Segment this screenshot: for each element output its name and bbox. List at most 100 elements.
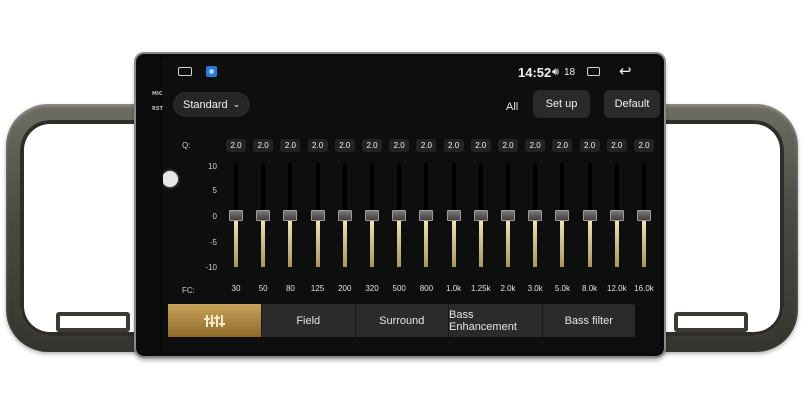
eq-slider[interactable] (528, 163, 543, 267)
eq-slider[interactable] (310, 163, 325, 267)
q-value-chip[interactable]: 2.0 (334, 139, 355, 152)
q-value-chip[interactable]: 2.0 (253, 139, 274, 152)
eq-slider[interactable] (337, 163, 352, 267)
eq-slider-handle[interactable] (473, 210, 488, 221)
eq-slider-fill (614, 221, 619, 267)
tab-field[interactable]: Field (262, 304, 356, 337)
preset-dropdown[interactable]: Standard ⌄ (173, 92, 250, 117)
tab-bass-enhancement[interactable]: Bass Enhancement (449, 304, 543, 337)
eq-slider-fill (370, 221, 374, 267)
eq-slider-handle[interactable] (337, 210, 352, 221)
q-value-chip[interactable]: 2.0 (634, 139, 654, 152)
home-icon[interactable] (178, 67, 192, 76)
eq-slider[interactable] (283, 163, 298, 267)
scale-label: -5 (209, 238, 217, 247)
eq-slider-fill (315, 221, 320, 267)
eq-slider[interactable] (446, 163, 461, 267)
fc-row-label: FC: (182, 286, 195, 295)
q-value-chip[interactable]: 2.0 (606, 139, 627, 152)
all-label[interactable]: All (506, 101, 518, 113)
frequency-label: 8.0k (582, 284, 598, 293)
tab-surround[interactable]: Surround (356, 304, 449, 337)
recent-apps-icon[interactable] (587, 67, 600, 76)
eq-slider-handle[interactable] (446, 210, 461, 221)
frequency-label: 30 (231, 284, 241, 293)
frequency-label: 320 (365, 284, 379, 293)
eq-slider-fill (587, 221, 592, 267)
frequency-label: 2.0k (500, 284, 516, 293)
frequency-label: 80 (285, 284, 295, 293)
tab-bar: Field Surround Bass Enhancement Bass fil… (168, 304, 635, 337)
eq-slider-fill (288, 221, 293, 267)
eq-slider-handle[interactable] (501, 210, 515, 221)
frequency-label: 12.0k (607, 284, 627, 293)
q-value-chip[interactable]: 2.0 (226, 139, 246, 152)
q-value-chip[interactable]: 2.0 (552, 139, 573, 152)
q-value-chip[interactable]: 2.0 (498, 139, 518, 152)
eq-slider-handle[interactable] (365, 210, 379, 221)
frequency-label: 16.0k (634, 284, 654, 293)
clock: 14:52 (518, 65, 552, 80)
frequency-label: 200 (338, 284, 352, 293)
q-value-chip[interactable]: 2.0 (470, 139, 491, 152)
q-row-label: Q: (182, 141, 191, 150)
eq-slider[interactable] (501, 163, 515, 267)
q-value-chip[interactable]: 2.0 (416, 139, 437, 152)
eq-slider-fill (533, 221, 538, 267)
volume-level: 18 (564, 67, 576, 78)
eq-slider-handle[interactable] (229, 210, 243, 221)
eq-slider-handle[interactable] (528, 210, 543, 221)
q-value-chip[interactable]: 2.0 (389, 139, 410, 152)
app-notification-icon (206, 66, 217, 77)
eq-slider[interactable] (229, 163, 243, 267)
eq-slider-fill (451, 221, 456, 267)
eq-slider-handle[interactable] (555, 210, 570, 221)
q-value-chip[interactable]: 2.0 (362, 139, 382, 152)
right-vent-slot (674, 312, 748, 332)
eq-slider-handle[interactable] (283, 210, 298, 221)
q-value-chip[interactable]: 2.0 (307, 139, 328, 152)
scale-label: -10 (205, 263, 217, 272)
q-value-chip[interactable]: 2.0 (280, 139, 301, 152)
eq-slider[interactable] (365, 163, 379, 267)
eq-slider-fill (424, 221, 429, 267)
eq-slider-handle[interactable] (419, 210, 434, 221)
eq-slider-handle[interactable] (392, 210, 407, 221)
head-unit: MIC RST 14:52 🔊︎ 18 ↩ Standard ⌄ All Set… (136, 54, 664, 356)
scale-label: 5 (212, 186, 217, 195)
frequency-label: 3.0k (527, 284, 543, 293)
tab-bass-filter[interactable]: Bass filter (543, 304, 636, 337)
volume-icon[interactable]: 🔊︎ (552, 65, 559, 79)
scale-label: 0 (212, 212, 217, 221)
eq-slider[interactable] (256, 163, 271, 267)
eq-slider[interactable] (637, 163, 651, 267)
q-value-chip[interactable]: 2.0 (579, 139, 600, 152)
default-button[interactable]: Default (604, 90, 660, 118)
eq-slider-fill (506, 221, 510, 267)
rst-label: RST (152, 106, 163, 112)
eq-slider-handle[interactable] (609, 210, 624, 221)
frequency-label: 50 (258, 284, 268, 293)
tab-equalizer[interactable] (168, 304, 262, 337)
eq-slider-handle[interactable] (256, 210, 271, 221)
eq-slider-fill (342, 221, 347, 267)
back-icon[interactable]: ↩ (619, 62, 632, 80)
eq-slider-fill (560, 221, 565, 267)
assistive-touch-button[interactable] (163, 171, 178, 187)
eq-slider[interactable] (419, 163, 434, 267)
eq-slider[interactable] (555, 163, 570, 267)
q-value-chip[interactable]: 2.0 (525, 139, 546, 152)
eq-slider-fill (397, 221, 402, 267)
eq-slider-handle[interactable] (582, 210, 597, 221)
eq-slider[interactable] (392, 163, 407, 267)
eq-slider-handle[interactable] (637, 210, 651, 221)
eq-slider[interactable] (473, 163, 488, 267)
setup-button[interactable]: Set up (533, 90, 590, 118)
eq-slider[interactable] (582, 163, 597, 267)
eq-slider-fill (234, 221, 238, 267)
chevron-down-icon: ⌄ (232, 99, 241, 110)
eq-slider-fill (261, 221, 266, 267)
eq-slider[interactable] (609, 163, 624, 267)
q-value-chip[interactable]: 2.0 (443, 139, 464, 152)
eq-slider-handle[interactable] (310, 210, 325, 221)
